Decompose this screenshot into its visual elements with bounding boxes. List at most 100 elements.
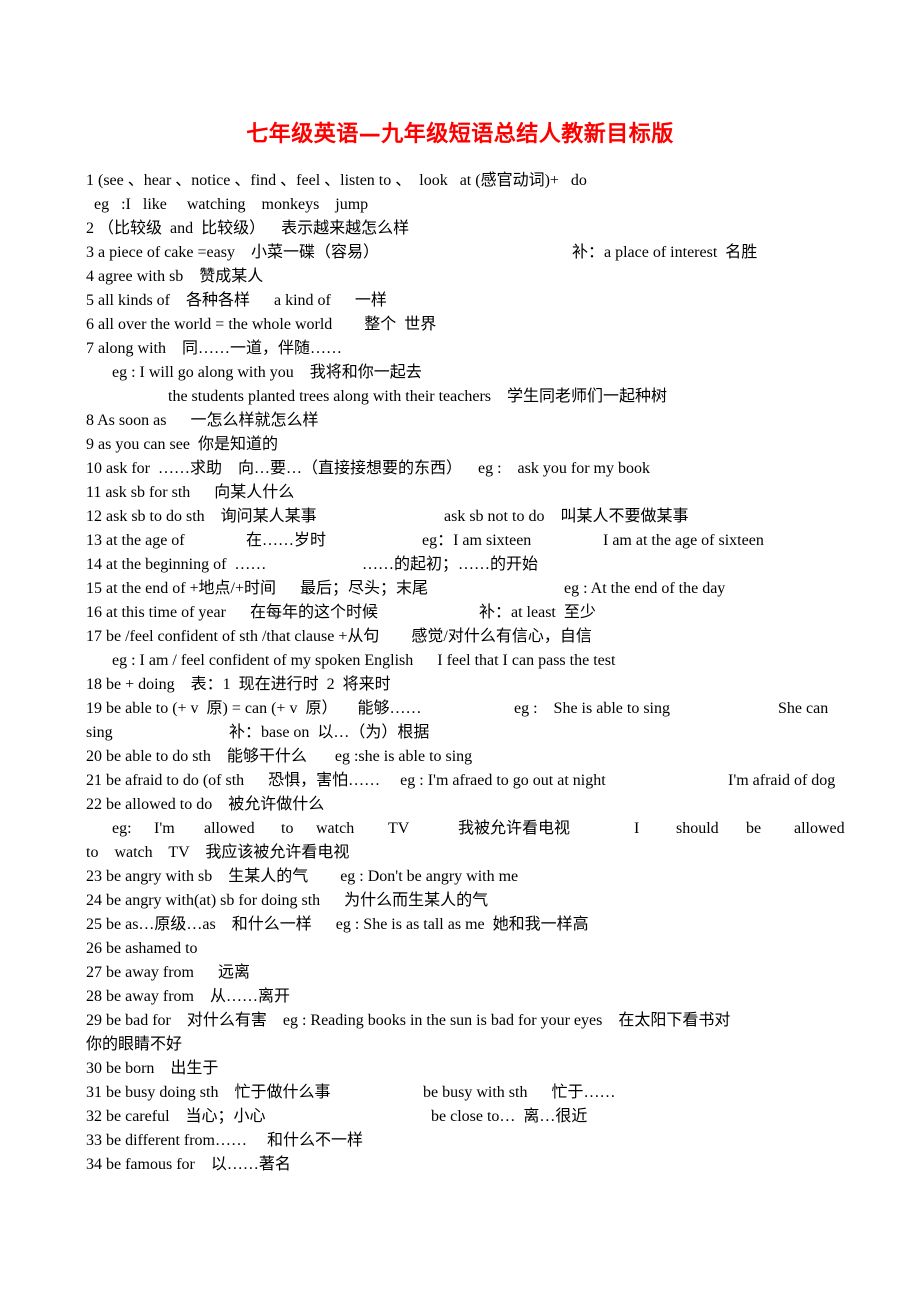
- phrase-line: 2 （比较级 and 比较级） 表示越来越怎么样: [86, 217, 856, 241]
- phrase-text: 31 be busy doing sth 忙于做什么事: [86, 1084, 331, 1101]
- phrase-line: 31 be busy doing sth 忙于做什么事 be busy with …: [86, 1081, 856, 1105]
- phrase-text: ask sb not to do 叫某人不要做某事: [444, 508, 689, 525]
- phrase-text: 13 at the age of: [86, 532, 185, 549]
- phrase-text: be: [746, 820, 762, 837]
- phrase-text: be busy with sth 忙于……: [423, 1084, 616, 1101]
- phrase-text: be close to… 离…很近: [431, 1108, 588, 1125]
- phrase-line: sing 补：base on 以…（为）根据: [86, 721, 856, 745]
- phrase-text: eg:: [112, 820, 132, 837]
- phrase-line: 19 be able to (+ v 原) = can (+ v 原） 能够………: [86, 697, 856, 721]
- phrase-text: eg : I am / feel confident of my spoken …: [112, 652, 616, 669]
- phrase-text: 补：a place of interest 名胜: [572, 244, 758, 261]
- phrase-text: 22 be allowed to do 被允许做什么: [86, 796, 325, 813]
- phrase-line: 16 at this time of year 在每年的这个时候 补：at lea…: [86, 601, 856, 625]
- phrase-line: 23 be angry with sb 生某人的气 eg : Don't be …: [86, 865, 856, 889]
- phrase-text: 30 be born 出生于: [86, 1060, 219, 1077]
- phrase-text: 23 be angry with sb 生某人的气 eg : Don't be …: [86, 868, 519, 885]
- phrase-text: 14 at the beginning of ……: [86, 556, 267, 573]
- phrase-text: 34 be famous for 以……著名: [86, 1156, 291, 1173]
- phrase-text: ……的起初；……的开始: [362, 556, 539, 573]
- phrase-line: 32 be careful 当心；小心 be close to… 离…很近: [86, 1105, 856, 1129]
- phrase-line: 29 be bad for 对什么有害 eg : Reading books i…: [86, 1009, 856, 1033]
- phrase-text: 6 all over the world = the whole world 整…: [86, 316, 437, 333]
- phrase-line: the students planted trees along with th…: [86, 385, 856, 409]
- phrase-line: 7 along with 同……一道，伴随……: [86, 337, 856, 361]
- phrase-text: eg : At the end of the day: [564, 580, 726, 597]
- phrase-line: 你的眼睛不好: [86, 1033, 856, 1057]
- phrase-line: eg : I will go along with you 我将和你一起去: [86, 361, 856, 385]
- phrase-line: eg :I like watching monkeys jump: [86, 193, 856, 217]
- phrase-text: 8 As soon as 一怎么样就怎么样: [86, 412, 319, 429]
- phrase-text: 16 at this time of year 在每年的这个时候: [86, 604, 378, 621]
- phrase-line: to watch TV 我应该被允许看电视: [86, 841, 856, 865]
- phrase-text: 我被允许看电视: [458, 820, 571, 837]
- phrase-text: should: [676, 820, 719, 837]
- phrase-text: 11 ask sb for sth 向某人什么: [86, 484, 295, 501]
- phrase-text: I am at the age of sixteen: [603, 532, 764, 549]
- phrase-text: 20 be able to do sth 能够干什么 eg :she is ab…: [86, 748, 473, 765]
- phrase-line: 21 be afraid to do (of sth 恐惧，害怕…… eg : …: [86, 769, 856, 793]
- phrase-line: 5 all kinds of 各种各样 a kind of 一样: [86, 289, 856, 313]
- phrase-text: 补：base on 以…（为）根据: [229, 724, 430, 741]
- phrase-text: 7 along with 同……一道，伴随……: [86, 340, 342, 357]
- phrase-text: 19 be able to (+ v 原) = can (+ v 原） 能够……: [86, 700, 422, 717]
- phrase-text: to: [281, 820, 294, 837]
- phrase-text: 28 be away from 从……离开: [86, 988, 290, 1005]
- phrase-text: the students planted trees along with th…: [168, 388, 668, 405]
- phrase-text: I: [634, 820, 640, 837]
- phrase-text: 3 a piece of cake =easy 小菜一碟（容易）: [86, 244, 379, 261]
- phrase-text: 32 be careful 当心；小心: [86, 1108, 266, 1125]
- phrase-line: 10 ask for ……求助 向…要…（直接接想要的东西） eg : ask …: [86, 457, 856, 481]
- phrase-line: 28 be away from 从……离开: [86, 985, 856, 1009]
- phrase-line: 26 be ashamed to: [86, 937, 856, 961]
- phrase-text: She can: [778, 700, 829, 717]
- phrase-line: 24 be angry with(at) sb for doing sth 为什…: [86, 889, 856, 913]
- phrase-line: 25 be as…原级…as 和什么一样 eg : She is as tall…: [86, 913, 856, 937]
- phrase-text: 15 at the end of +地点/+时间 最后；尽头；末尾: [86, 580, 429, 597]
- phrase-text: 21 be afraid to do (of sth 恐惧，害怕…… eg : …: [86, 772, 606, 789]
- phrase-line: 17 be /feel confident of sth /that claus…: [86, 625, 856, 649]
- phrase-text: 5 all kinds of 各种各样 a kind of 一样: [86, 292, 387, 309]
- phrase-line: 8 As soon as 一怎么样就怎么样: [86, 409, 856, 433]
- phrase-text: 你的眼睛不好: [86, 1036, 183, 1053]
- phrase-line: 6 all over the world = the whole world 整…: [86, 313, 856, 337]
- phrase-line: 27 be away from 远离: [86, 961, 856, 985]
- phrase-text: eg : She is able to sing: [514, 700, 670, 717]
- phrase-text: TV: [388, 820, 410, 837]
- document-title: 七年级英语—九年级短语总结人教新目标版: [246, 122, 674, 147]
- phrase-line: 13 at the age of 在……岁时 eg：I am sixteen I am…: [86, 529, 856, 553]
- phrase-line: 34 be famous for 以……著名: [86, 1153, 856, 1177]
- phrase-text: 29 be bad for 对什么有害 eg : Reading books i…: [86, 1012, 731, 1029]
- phrase-text: 27 be away from 远离: [86, 964, 250, 981]
- phrase-text: eg : I will go along with you 我将和你一起去: [112, 364, 422, 381]
- phrase-line: eg: I'm allowed to watch TV 我被允许看电视 Ishould be al…: [86, 817, 856, 841]
- phrase-text: 26 be ashamed to: [86, 940, 198, 957]
- phrase-line: 18 be + doing 表：1 现在进行时 2 将来时: [86, 673, 856, 697]
- phrase-line: 15 at the end of +地点/+时间 最后；尽头；末尾 eg : At…: [86, 577, 856, 601]
- phrase-list: 1 (see 、hear 、notice 、find 、feel 、listen…: [86, 169, 856, 1177]
- phrase-line: 30 be born 出生于: [86, 1057, 856, 1081]
- phrase-text: 24 be angry with(at) sb for doing sth 为什…: [86, 892, 489, 909]
- phrase-text: allowed: [204, 820, 255, 837]
- phrase-text: I'm: [154, 820, 175, 837]
- phrase-line: 12 ask sb to do sth 询问某人某事 ask sb not to …: [86, 505, 856, 529]
- phrase-text: to watch TV 我应该被允许看电视: [86, 844, 350, 861]
- phrase-text: 在……岁时: [246, 532, 327, 549]
- phrase-line: 1 (see 、hear 、notice 、find 、feel 、listen…: [86, 169, 856, 193]
- phrase-line: 20 be able to do sth 能够干什么 eg :she is ab…: [86, 745, 856, 769]
- phrase-text: 9 as you can see 你是知道的: [86, 436, 278, 453]
- phrase-text: 12 ask sb to do sth 询问某人某事: [86, 508, 317, 525]
- phrase-line: 22 be allowed to do 被允许做什么: [86, 793, 856, 817]
- phrase-line: 9 as you can see 你是知道的: [86, 433, 856, 457]
- document-page: 七年级英语—九年级短语总结人教新目标版 1 (see 、hear 、notice…: [0, 0, 920, 1300]
- phrase-text: 25 be as…原级…as 和什么一样 eg : She is as tall…: [86, 916, 589, 933]
- phrase-text: sing: [86, 724, 113, 741]
- phrase-line: 14 at the beginning of …… ……的起初；……的开始: [86, 553, 856, 577]
- phrase-line: 3 a piece of cake =easy 小菜一碟（容易） 补：a plac…: [86, 241, 856, 265]
- phrase-text: 33 be different from…… 和什么不一样: [86, 1132, 363, 1149]
- phrase-text: eg :I like watching monkeys jump: [94, 196, 369, 213]
- phrase-text: 4 agree with sb 赞成某人: [86, 268, 264, 285]
- phrase-line: 4 agree with sb 赞成某人: [86, 265, 856, 289]
- phrase-text: watch: [316, 820, 355, 837]
- phrase-line: 33 be different from…… 和什么不一样: [86, 1129, 856, 1153]
